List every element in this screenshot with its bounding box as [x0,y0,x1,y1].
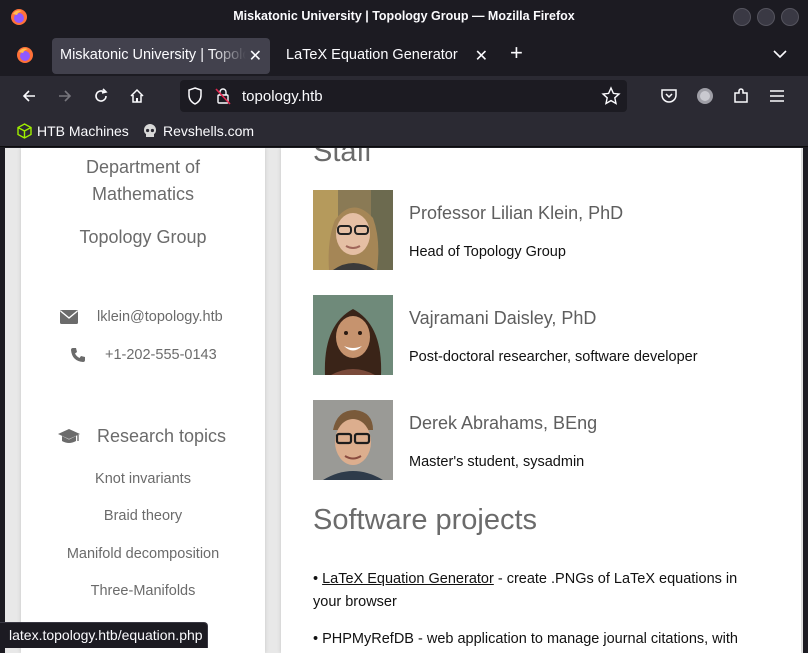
staff-name: Professor Lilian Klein, PhD [409,203,624,223]
account-button[interactable] [694,85,716,107]
forward-button[interactable] [54,85,76,107]
puzzle-icon [734,88,748,103]
home-button[interactable] [126,85,148,107]
software-projects-heading: Software projects [313,504,538,536]
tab-latex-generator[interactable]: LaTeX Equation Generator ✕ [278,38,496,74]
tab-label: Miskatonic University | Topology Group [60,47,246,63]
project-item: • PHPMyRefDB - web application to manage… [313,631,738,647]
topic-item[interactable]: Braid theory [21,508,265,524]
topic-item[interactable]: Manifold decomposition [21,546,265,562]
reload-button[interactable] [90,85,112,107]
topic-item[interactable]: Three-Manifolds [21,583,265,599]
staff-member: Professor Lilian Klein, PhD Head of Topo… [313,190,783,270]
staff-role: Post-doctoral researcher, software devel… [409,349,698,365]
email-link[interactable]: lklein@topology.htb [97,309,223,325]
forward-arrow-icon [59,90,72,102]
research-topics-heading: Research topics [57,426,226,447]
title-bar: Miskatonic University | Topology Group —… [0,0,808,34]
maximize-button[interactable] [757,8,775,26]
close-window-button[interactable] [781,8,799,26]
window-title: Miskatonic University | Topology Group —… [233,9,575,23]
hamburger-menu-icon [770,90,784,102]
status-bar: latex.topology.htb/equation.php [0,622,208,648]
project-description: PHPMyRefDB - web application to manage j… [322,631,738,647]
insecure-lock-icon[interactable] [215,87,231,105]
window-border-right [803,148,808,653]
minimize-button[interactable] [733,8,751,26]
chevron-down-icon[interactable] [772,46,788,62]
staff-name: Derek Abrahams, BEng [409,413,598,433]
main-panel: Staff Professor Lilian Klein, PhD Head o… [281,148,801,653]
tab-topology[interactable]: Miskatonic University | Topology Group ✕ [52,38,270,74]
phone-contact: +1-202-555-0143 [70,347,217,363]
topic-item[interactable]: Knot invariants [21,471,265,487]
bookmark-htb-machines[interactable]: HTB Machines [17,123,129,139]
tab-label: LaTeX Equation Generator [286,47,458,63]
bookmark-star-icon[interactable] [601,86,621,106]
project-item: • LaTeX Equation Generator - create .PNG… [313,571,738,610]
window-border-left [0,148,5,653]
staff-heading: Staff [313,148,373,168]
bookmark-label: HTB Machines [37,123,129,139]
address-bar[interactable]: topology.htb [180,80,627,112]
pocket-icon [661,89,677,103]
department-name: Department of Mathematics [85,157,201,204]
phone-icon [71,348,85,362]
back-arrow-icon [22,90,35,102]
nav-bar: topology.htb [0,76,808,116]
close-tab-icon[interactable]: ✕ [475,46,488,66]
group-name: Topology Group [79,227,207,247]
skull-icon [144,124,156,137]
back-button[interactable] [18,85,40,107]
bookmark-label: Revshells.com [163,123,255,139]
menu-button[interactable] [766,85,788,107]
cube-icon [17,123,32,139]
extensions-button[interactable] [730,85,752,107]
latex-generator-link[interactable]: LaTeX Equation Generator [322,571,494,587]
shield-icon[interactable] [187,87,203,105]
new-tab-button[interactable]: + [510,40,523,66]
url-text: topology.htb [242,88,323,105]
firefox-view-icon[interactable] [16,46,34,64]
home-icon [130,88,144,103]
email-contact: lklein@topology.htb [59,309,223,325]
staff-photo [313,400,393,480]
pocket-button[interactable] [658,85,680,107]
avatar-icon [697,88,713,104]
staff-role: Master's student, sysadmin [409,454,585,470]
envelope-icon [60,310,78,324]
graduation-cap-icon [58,428,80,443]
tab-strip: Miskatonic University | Topology Group ✕… [0,34,808,76]
close-tab-icon[interactable]: ✕ [249,46,262,66]
staff-photo [313,190,393,270]
staff-name: Vajramani Daisley, PhD [409,308,597,328]
bookmark-revshells[interactable]: Revshells.com [142,123,254,139]
bookmarks-toolbar: HTB Machines Revshells.com [0,116,808,147]
staff-member: Vajramani Daisley, PhD Post-doctoral res… [313,295,783,375]
page-content: Department of Mathematics Topology Group… [0,148,808,653]
phone-number: +1-202-555-0143 [105,347,217,363]
staff-photo [313,295,393,375]
staff-role: Head of Topology Group [409,244,566,260]
staff-member: Derek Abrahams, BEng Master's student, s… [313,400,783,480]
sidebar: Department of Mathematics Topology Group… [21,148,265,653]
reload-icon [95,88,108,102]
